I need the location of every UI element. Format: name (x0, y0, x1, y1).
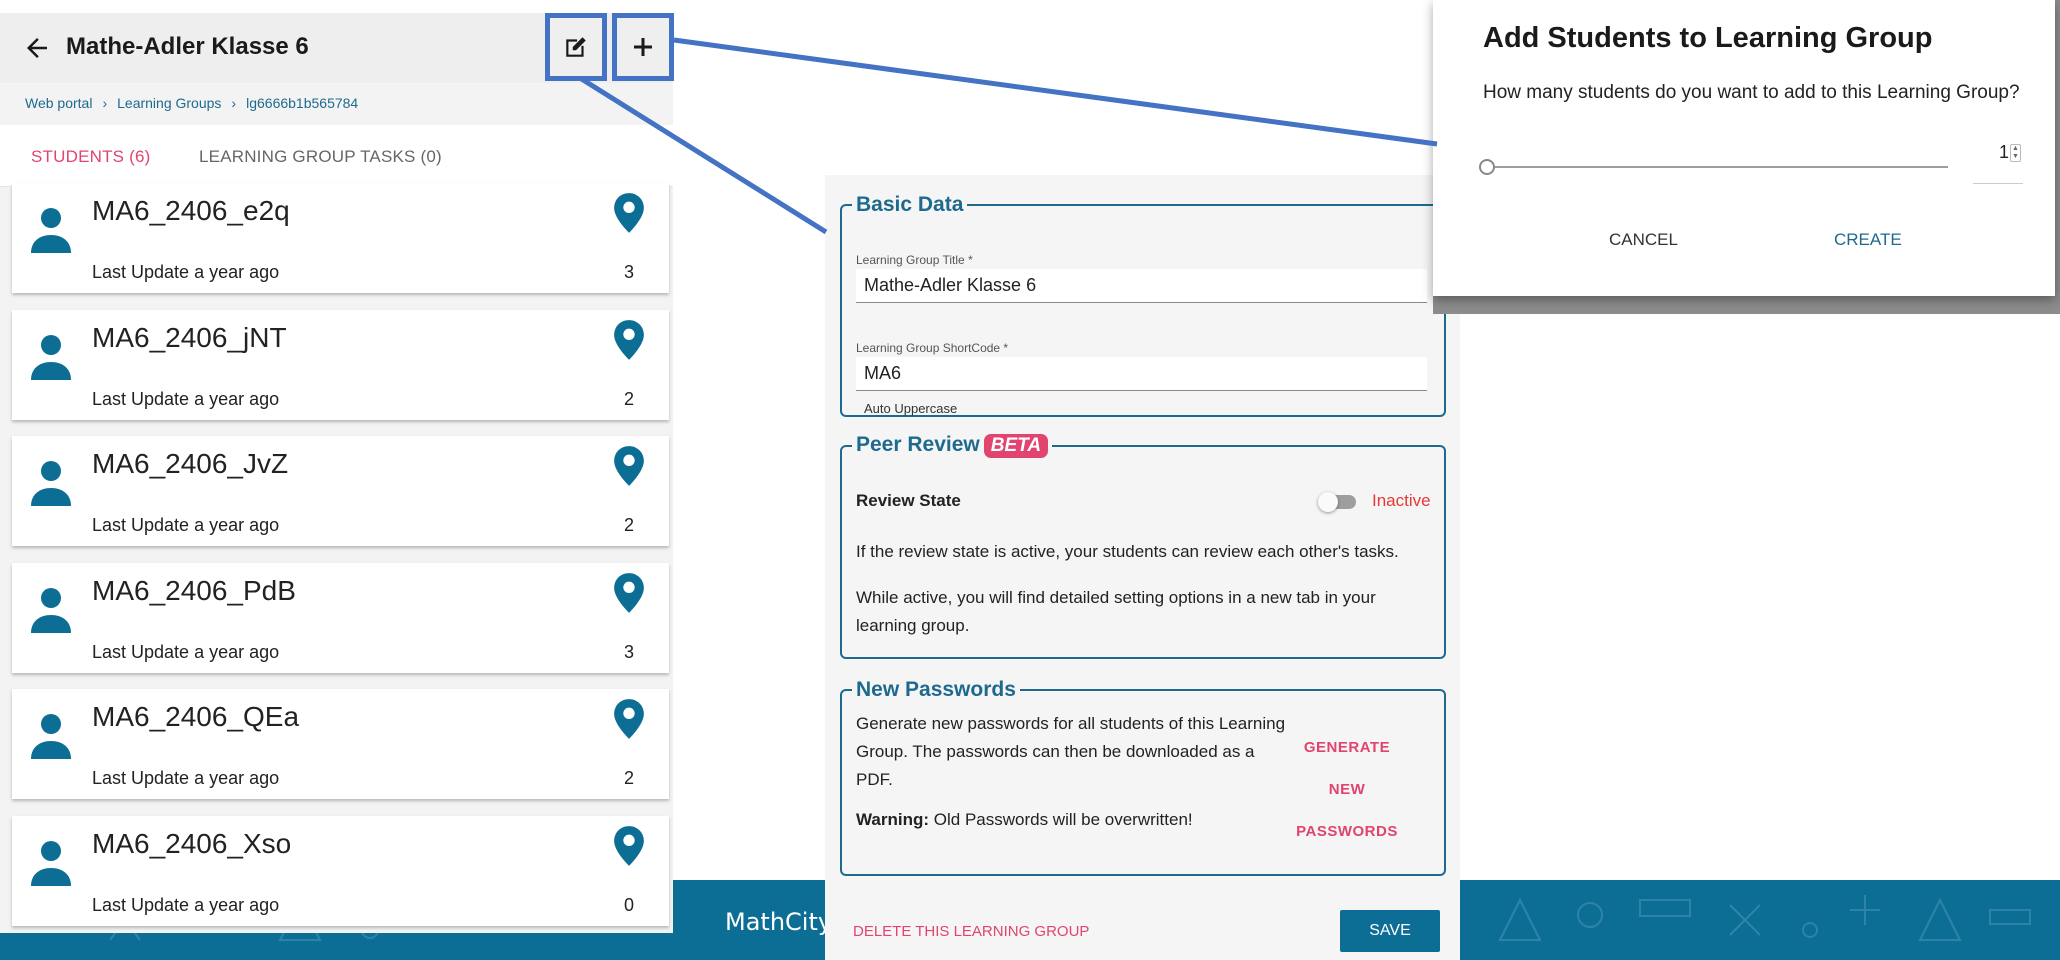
student-count: 3 (623, 641, 634, 662)
person-icon (31, 334, 71, 380)
new-passwords-legend: New Passwords (856, 678, 1016, 701)
student-card[interactable]: MA6_2406_JvZ Last Update a year ago 2 (12, 436, 669, 546)
location-pin-icon[interactable] (612, 697, 646, 741)
page-title: Mathe-Adler Klasse 6 (66, 33, 309, 60)
student-last-update: Last Update a year ago (92, 515, 280, 535)
location-pin-icon[interactable] (612, 824, 646, 868)
student-count-slider-track[interactable] (1485, 166, 1948, 168)
edit-button[interactable] (545, 13, 607, 81)
location-pin-icon[interactable] (612, 571, 646, 615)
title-field-label: Learning Group Title * (856, 253, 973, 267)
student-count: 2 (623, 388, 634, 409)
shortcode-field[interactable]: MA6 (856, 357, 1427, 391)
warning-label: Warning: (856, 810, 930, 829)
create-button[interactable]: CREATE (1834, 230, 1902, 250)
breadcrumb-web-portal[interactable]: Web portal (25, 95, 92, 111)
student-last-update: Last Update a year ago (92, 388, 280, 409)
student-count: 0 (623, 894, 634, 915)
peer-review-settings-note: While active, you will find detailed set… (856, 588, 1376, 635)
student-count-input[interactable]: 1 ▲ ▼ (1973, 140, 2023, 184)
student-card[interactable]: MA6_2406_Xso Last Update a year ago 0 (12, 815, 669, 926)
button-line: GENERATE (1303, 739, 1391, 756)
generate-new-passwords-button[interactable]: GENERATE NEW PASSWORDS (1290, 727, 1404, 853)
student-count-slider-thumb[interactable] (1479, 159, 1495, 175)
add-students-dialog: Add Students to Learning Group How many … (1433, 0, 2055, 296)
person-icon (31, 587, 71, 633)
student-list: MA6_2406_e2q Last Update a year ago 3 MA… (12, 183, 669, 942)
passwords-warning: Warning: Old Passwords will be overwritt… (856, 806, 1286, 834)
passwords-description: Generate new passwords for all students … (856, 714, 1286, 789)
tab-students[interactable]: STUDENTS (6) (31, 147, 151, 167)
peer-review-section: Peer Review BETA Review State Inactive If… (840, 433, 1446, 659)
save-button[interactable]: SAVE (1340, 910, 1440, 952)
peer-review-title: Peer Review (856, 433, 980, 456)
student-card[interactable]: MA6_2406_e2q Last Update a year ago 3 (12, 183, 669, 293)
tab-learning-group-tasks[interactable]: LEARNING GROUP TASKS (0) (199, 147, 442, 167)
student-card[interactable]: MA6_2406_jNT Last Update a year ago 2 (12, 309, 669, 420)
add-students-button[interactable] (612, 13, 674, 81)
breadcrumb-separator: › (231, 95, 237, 111)
student-card[interactable]: MA6_2406_QEa Last Update a year ago 2 (12, 689, 669, 799)
footer-brand-text: MathCity (725, 908, 833, 936)
location-pin-icon[interactable] (612, 318, 646, 362)
student-count-value: 1 (1999, 142, 2010, 162)
review-state-value: Inactive (1372, 491, 1431, 510)
peer-review-description: If the review state is active, your stud… (856, 542, 1399, 561)
student-last-update: Last Update a year ago (92, 641, 280, 662)
plus-icon (634, 38, 652, 56)
title-field[interactable]: Mathe-Adler Klasse 6 (856, 269, 1427, 303)
arrow-back-icon[interactable] (22, 33, 52, 63)
dialog-question: How many students do you want to add to … (1483, 82, 2020, 103)
shortcode-hint: Auto Uppercase (864, 401, 958, 416)
student-count: 3 (623, 262, 634, 282)
breadcrumb-learning-groups[interactable]: Learning Groups (117, 95, 221, 111)
button-line: NEW (1328, 781, 1366, 798)
person-icon (31, 714, 71, 759)
callout-line-add (673, 37, 1438, 147)
basic-data-legend: Basic Data (856, 193, 964, 216)
breadcrumb: Web portal › Learning Groups › lg6666b1b… (25, 95, 358, 111)
student-last-update: Last Update a year ago (92, 768, 280, 788)
new-passwords-section: New Passwords Generate new passwords for… (840, 678, 1446, 876)
cancel-button[interactable]: CANCEL (1609, 230, 1678, 250)
student-name: MA6_2406_jNT (92, 321, 287, 353)
panel-header: Mathe-Adler Klasse 6 (0, 13, 674, 83)
location-pin-icon[interactable] (612, 444, 646, 488)
edit-icon (566, 37, 586, 57)
location-pin-icon[interactable] (612, 191, 646, 235)
student-card[interactable]: MA6_2406_PdB Last Update a year ago 3 (12, 562, 669, 673)
person-icon (31, 840, 71, 886)
student-name: MA6_2406_Xso (92, 827, 292, 859)
person-icon (31, 208, 71, 253)
student-name: MA6_2406_PdB (92, 574, 296, 606)
student-name: MA6_2406_JvZ (92, 448, 289, 479)
review-state-label: Review State (856, 491, 961, 510)
edit-learning-group-form: Basic Data Learning Group Title * Mathe-… (825, 175, 1460, 960)
breadcrumb-separator: › (102, 95, 108, 111)
beta-badge: BETA (983, 434, 1049, 458)
student-last-update: Last Update a year ago (92, 262, 280, 282)
review-state-toggle[interactable] (1318, 492, 1358, 512)
person-icon (31, 461, 71, 506)
student-name: MA6_2406_QEa (92, 701, 300, 732)
student-name: MA6_2406_e2q (92, 195, 290, 226)
delete-learning-group-button[interactable]: DELETE THIS LEARNING GROUP (853, 923, 1089, 940)
spinner-arrows-icon[interactable]: ▲ ▼ (2010, 144, 2021, 162)
student-count: 2 (623, 768, 634, 788)
shortcode-field-label: Learning Group ShortCode * (856, 341, 1009, 355)
peer-review-legend: Peer Review BETA (852, 433, 1052, 458)
breadcrumb-current-group: lg6666b1b565784 (246, 95, 359, 111)
toggle-knob (1318, 492, 1338, 512)
student-count: 2 (623, 515, 634, 535)
tab-bar: STUDENTS (6) LEARNING GROUP TASKS (0) (0, 125, 673, 187)
basic-data-section: Basic Data Learning Group Title * Mathe-… (840, 193, 1446, 417)
dialog-title: Add Students to Learning Group (1483, 22, 1933, 54)
warning-text: Old Passwords will be overwritten! (933, 810, 1193, 829)
student-last-update: Last Update a year ago (92, 894, 280, 915)
button-line: PASSWORDS (1296, 823, 1398, 840)
